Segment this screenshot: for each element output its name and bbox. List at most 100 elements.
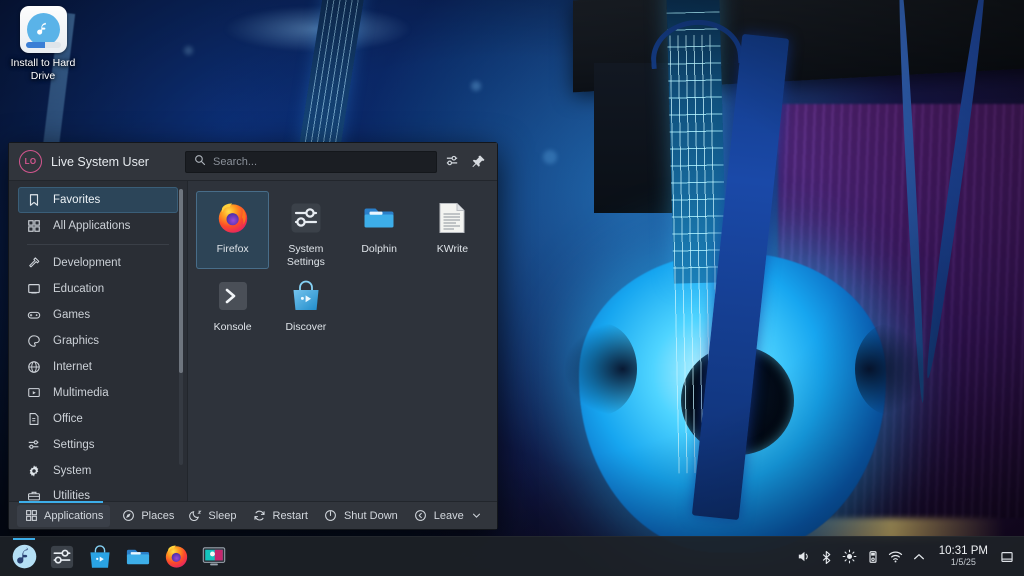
gamepad-icon [26, 307, 42, 323]
system-settings-icon [288, 200, 324, 236]
search-input[interactable]: Search... [185, 151, 437, 173]
tray-network[interactable] [885, 540, 907, 574]
sidebar-item-label: System [53, 465, 91, 477]
gear-icon [26, 463, 42, 479]
kickoff-body: Favorites All Applications [9, 181, 497, 501]
sidebar-item-all-applications[interactable]: All Applications [18, 213, 178, 239]
desktop-icon-install-to-hard-drive[interactable]: Install to Hard Drive [6, 6, 80, 83]
tray-devices[interactable] [862, 540, 884, 574]
application-grid: Firefox System Settings [188, 181, 497, 501]
system-tray: 10:31 PM 1/5/25 [793, 540, 1024, 574]
app-tile-label: Firefox [217, 243, 249, 256]
sidebar-scrollbar[interactable] [179, 189, 183, 465]
kickoff-header: LO Live System User Search... [9, 143, 497, 181]
launcher-discover[interactable] [82, 539, 118, 575]
sidebar-item-graphics[interactable]: Graphics [18, 328, 178, 354]
app-tile-label: Discover [285, 321, 326, 334]
shut-down-button[interactable]: Shut Down [317, 505, 405, 527]
user-name-label: Live System User [51, 155, 149, 169]
grid-icon [26, 218, 42, 234]
app-tile-discover[interactable]: Discover [269, 269, 342, 347]
sidebar-item-label: Education [53, 283, 104, 295]
hammer-icon [26, 255, 42, 271]
tab-label: Applications [44, 510, 103, 522]
power-label: Shut Down [344, 510, 398, 522]
power-label: Sleep [208, 510, 236, 522]
power-label: Restart [273, 510, 308, 522]
restart-button[interactable]: Restart [246, 505, 315, 527]
tab-applications[interactable]: Applications [17, 505, 110, 527]
app-tile-kwrite[interactable]: KWrite [416, 191, 489, 269]
fedora-installer-icon [20, 6, 67, 53]
sidebar-item-label: Development [53, 257, 121, 269]
desktop: Install to Hard Drive LO Live System Use… [0, 0, 1024, 576]
configure-button[interactable] [441, 151, 463, 173]
application-launcher-menu: LO Live System User Search... [8, 142, 498, 530]
launcher-dolphin[interactable] [120, 539, 156, 575]
app-tile-konsole[interactable]: Konsole [196, 269, 269, 347]
avatar[interactable]: LO [19, 150, 42, 173]
panel-launchers [0, 539, 232, 575]
tab-places[interactable]: Places [114, 505, 181, 527]
leave-button[interactable]: Leave [407, 505, 491, 527]
sidebar-item-settings[interactable]: Settings [18, 432, 178, 458]
app-tile-dolphin[interactable]: Dolphin [343, 191, 416, 269]
digital-clock[interactable]: 10:31 PM 1/5/25 [931, 540, 996, 574]
sidebar-item-label: Multimedia [53, 387, 109, 399]
bookmark-icon [26, 192, 42, 208]
grid-icon [24, 509, 38, 523]
tab-label: Places [141, 510, 174, 522]
sidebar-item-multimedia[interactable]: Multimedia [18, 380, 178, 406]
tray-bluetooth[interactable] [816, 540, 838, 574]
moon-icon [188, 509, 202, 523]
taskbar-panel: 10:31 PM 1/5/25 [0, 536, 1024, 576]
sidebar-item-education[interactable]: Education [18, 276, 178, 302]
sidebar-item-label: Graphics [53, 335, 99, 347]
tray-brightness[interactable] [839, 540, 861, 574]
chevron-down-icon [470, 509, 484, 523]
kickoff-sidebar: Favorites All Applications [9, 181, 187, 501]
dolphin-icon [361, 200, 397, 236]
tray-volume[interactable] [793, 540, 815, 574]
restart-icon [253, 509, 267, 523]
sidebar-divider [27, 244, 169, 245]
launcher-display-configuration[interactable] [196, 539, 232, 575]
toolbox-icon [26, 488, 42, 501]
education-icon [26, 281, 42, 297]
clock-date: 1/5/25 [951, 557, 976, 567]
app-tile-system-settings[interactable]: System Settings [269, 191, 342, 269]
firefox-icon [215, 200, 251, 236]
sidebar-item-office[interactable]: Office [18, 406, 178, 432]
app-tile-label: Dolphin [361, 243, 397, 256]
clock-time: 10:31 PM [939, 545, 988, 557]
sidebar-item-label: Internet [53, 361, 92, 373]
sidebar-item-internet[interactable]: Internet [18, 354, 178, 380]
sidebar-item-system[interactable]: System [18, 458, 178, 484]
pin-button[interactable] [467, 151, 489, 173]
power-label: Leave [434, 510, 464, 522]
kwrite-icon [434, 200, 470, 236]
app-tile-firefox[interactable]: Firefox [196, 191, 269, 269]
launcher-system-settings[interactable] [44, 539, 80, 575]
tray-expand[interactable] [908, 540, 930, 574]
sidebar-item-favorites[interactable]: Favorites [18, 187, 178, 213]
sliders-icon [26, 437, 42, 453]
app-tile-label: System Settings [270, 243, 342, 268]
launcher-application-launcher[interactable] [6, 539, 42, 575]
multimedia-icon [26, 385, 42, 401]
leave-icon [414, 509, 428, 523]
sidebar-item-utilities[interactable]: Utilities [18, 484, 178, 501]
sidebar-item-label: Games [53, 309, 90, 321]
sleep-button[interactable]: Sleep [181, 505, 243, 527]
sidebar-item-development[interactable]: Development [18, 250, 178, 276]
search-placeholder: Search... [213, 156, 257, 168]
app-tile-label: KWrite [437, 243, 468, 256]
sidebar-item-label: Settings [53, 439, 95, 451]
launcher-firefox[interactable] [158, 539, 194, 575]
desktop-icon-label: Install to Hard Drive [6, 57, 80, 83]
sidebar-item-label: All Applications [53, 220, 130, 232]
power-icon [324, 509, 338, 523]
sidebar-item-games[interactable]: Games [18, 302, 178, 328]
sidebar-item-label: Office [53, 413, 83, 425]
show-desktop-button[interactable] [997, 540, 1017, 574]
